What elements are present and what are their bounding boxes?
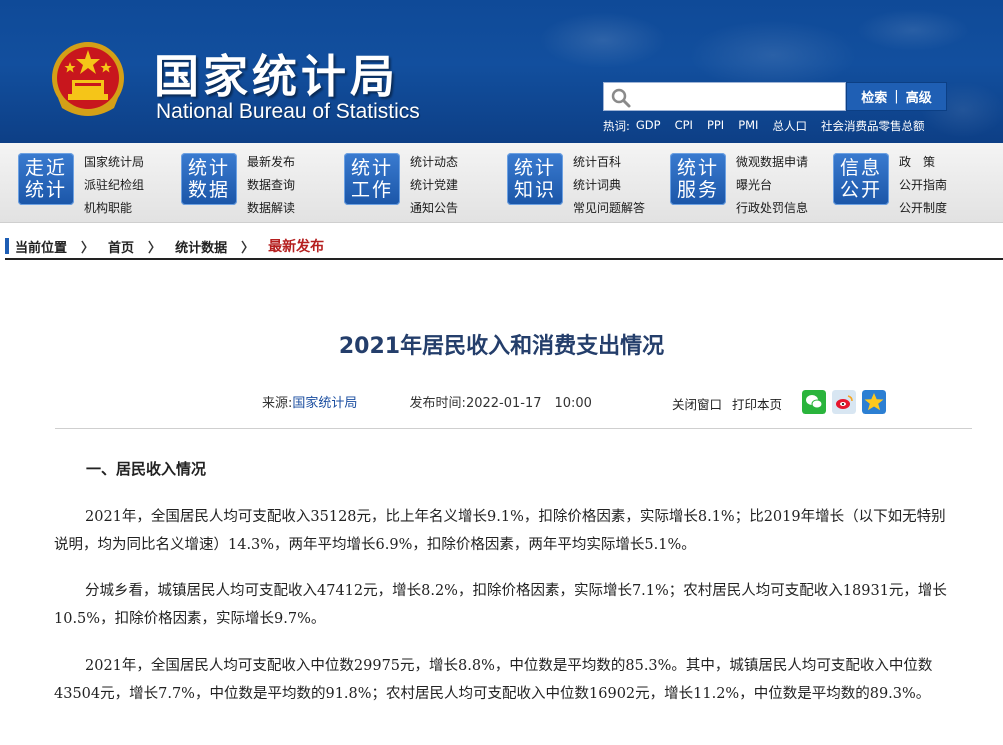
nav-link[interactable]: 公开制度 [899,197,947,220]
nav-link[interactable]: 统计词典 [573,174,645,197]
meta-divider [55,428,972,429]
source-label: 来源: [262,396,293,411]
search-box [603,82,846,111]
breadcrumb-marker [5,238,9,254]
nav-badge-about[interactable]: 走近 统计 [18,153,74,205]
hot-word-link[interactable]: 社会消费品零售总额 [821,118,925,134]
article-paragraph: 2021年，全国居民人均可支配收入35128元，比上年名义增长9.1%，扣除价格… [54,509,946,553]
article-title: 2021年居民收入和消费支出情况 [338,334,665,359]
hot-word-link[interactable]: GDP [636,118,661,134]
hot-word-link[interactable]: 总人口 [772,118,807,134]
breadcrumb-home[interactable]: 首页 [108,237,134,256]
search-icon [611,88,631,108]
close-window-button[interactable]: 关闭窗口 [672,397,722,412]
nav-badge-line: 走近 [24,157,67,179]
article-meta: 来源:国家统计局 发布时间:2022-01-17 10:00 [262,392,592,411]
national-emblem-icon[interactable] [48,38,128,120]
search-button[interactable]: 检索 [861,87,887,106]
chevron-right-icon: 〉 [81,240,95,256]
nav-badge-line: 信息 [839,157,882,179]
nav-link[interactable]: 数据解读 [247,197,295,220]
nav-link[interactable]: 机构职能 [84,197,144,220]
nav-badge-line: 服务 [676,179,719,201]
search-button-separator: | [894,89,899,104]
weibo-share-icon[interactable] [832,390,856,414]
breadcrumb: 当前位置 〉 首页 〉 统计数据 〉 最新发布 [5,234,1003,260]
breadcrumb-statistics-data[interactable]: 统计数据 [175,237,227,256]
breadcrumb-location-label: 当前位置 [15,240,68,256]
nav-badge-knowledge[interactable]: 统计 知识 [507,153,563,205]
site-title-english[interactable]: National Bureau of Statistics [156,100,420,124]
print-page-button[interactable]: 打印本页 [732,397,782,412]
nav-link[interactable]: 最新发布 [247,151,295,174]
section-heading: 一、居民收入情况 [86,460,207,478]
nav-link[interactable]: 数据查询 [247,174,295,197]
hot-word-link[interactable]: PMI [738,118,758,134]
main-navigation: 走近 统计 国家统计局 派驻纪检组 机构职能 统计 数据 最新发布 数据查询 数… [0,143,1003,223]
nav-badge-line: 公开 [839,179,882,201]
nav-link[interactable]: 曝光台 [736,174,808,197]
nav-badge-line: 统计 [350,157,393,179]
nav-badge-work[interactable]: 统计 工作 [344,153,400,205]
nav-badge-line: 统计 [24,179,67,201]
nav-link[interactable]: 公开指南 [899,174,947,197]
nav-link[interactable]: 国家统计局 [84,151,144,174]
chevron-right-icon: 〉 [241,240,255,256]
wechat-share-icon[interactable] [802,390,826,414]
nav-link[interactable]: 统计党建 [410,174,458,197]
nav-link[interactable]: 政 策 [899,151,947,174]
search-input[interactable] [636,86,841,108]
nav-badge-service[interactable]: 统计 服务 [670,153,726,205]
nav-link[interactable]: 常见问题解答 [573,197,645,220]
advanced-search-button[interactable]: 高级 [906,87,932,106]
hot-word-link[interactable]: PPI [707,118,724,134]
nav-badge-line: 统计 [187,157,230,179]
nav-link[interactable]: 派驻纪检组 [84,174,144,197]
site-title-chinese[interactable]: 国家统计局 [154,40,399,105]
breadcrumb-current[interactable]: 最新发布 [268,236,324,256]
nav-link[interactable]: 统计百科 [573,151,645,174]
article-actions: 关闭窗口 打印本页 [672,394,788,413]
publish-time-label: 发布时间: [409,396,466,411]
search-button-group: 检索 | 高级 [846,82,947,111]
hot-word-link[interactable]: CPI [675,118,693,134]
qzone-share-icon[interactable] [862,390,886,414]
chevron-right-icon: 〉 [148,240,162,256]
nav-link[interactable]: 行政处罚信息 [736,197,808,220]
nav-badge-line: 工作 [350,179,393,201]
nav-badge-line: 统计 [513,157,556,179]
hot-words: 热词: GDP CPI PPI PMI 总人口 社会消费品零售总额 [603,118,938,134]
nav-link[interactable]: 微观数据申请 [736,151,808,174]
nav-badge-disclosure[interactable]: 信息 公开 [833,153,889,205]
article-paragraph: 分城乡看，城镇居民人均可支配收入47412元，增长8.2%，扣除价格因素，实际增… [54,583,947,627]
site-header: 国家统计局 National Bureau of Statistics 检索 |… [0,0,1003,143]
nav-link[interactable]: 统计动态 [410,151,458,174]
nav-link[interactable]: 通知公告 [410,197,458,220]
nav-badge-line: 知识 [513,179,556,201]
hot-words-label: 热词: [603,119,630,133]
nav-badge-line: 统计 [676,157,719,179]
nav-badge-data[interactable]: 统计 数据 [181,153,237,205]
article-paragraph: 2021年，全国居民人均可支配收入中位数29975元，增长8.8%，中位数是平均… [54,658,933,702]
publish-time: 2022-01-17 10:00 [465,396,592,411]
source-link[interactable]: 国家统计局 [292,396,357,411]
nav-badge-line: 数据 [187,179,230,201]
